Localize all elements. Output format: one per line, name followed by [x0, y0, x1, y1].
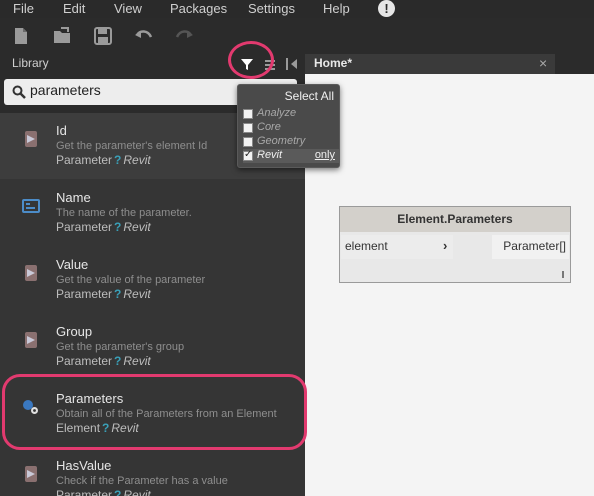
menu-bar: File Edit View Packages Settings Help !	[0, 0, 594, 18]
menu-help[interactable]: Help	[323, 1, 350, 16]
filter-option-geometry[interactable]: Geometry	[243, 135, 339, 149]
result-library: Revit	[123, 354, 151, 368]
menu-packages[interactable]: Packages	[170, 1, 227, 16]
toolbar	[0, 18, 594, 54]
node-title: Element.Parameters	[340, 207, 570, 232]
result-description: Check if the Parameter has a value	[56, 475, 228, 487]
filter-option-label: Analyze	[257, 107, 297, 119]
result-category: Parameter? Revit	[56, 153, 151, 167]
workspace-canvas[interactable]	[305, 74, 594, 496]
result-name: Id	[56, 123, 67, 138]
menu-view[interactable]: View	[114, 1, 142, 16]
result-name: Value	[56, 257, 89, 272]
result-category: Parameter? Revit	[56, 287, 151, 301]
result-library: Revit	[123, 153, 151, 167]
notification-alert-icon[interactable]: !	[378, 0, 395, 17]
search-icon	[12, 85, 26, 99]
parameter-node-icon	[25, 131, 37, 147]
result-item-value[interactable]: Value Get the value of the parameter Par…	[0, 247, 305, 313]
resize-grip-icon[interactable]	[562, 271, 564, 278]
filter-checkbox-checked[interactable]	[243, 149, 253, 161]
help-icon: ?	[114, 153, 122, 167]
help-icon: ?	[114, 220, 122, 234]
result-category-label: Parameter	[56, 354, 113, 368]
result-category: Parameter? Revit	[56, 354, 151, 368]
filter-option-label: Geometry	[257, 135, 306, 147]
result-name: HasValue	[56, 458, 112, 473]
select-all-button[interactable]: Select All	[285, 89, 334, 103]
workspace-tabstrip: Home* ×	[305, 54, 594, 74]
element-parameters-node[interactable]: Element.Parameters element › Parameter[]	[339, 206, 571, 283]
filter-option-label: Core	[257, 121, 281, 133]
parameter-node-icon	[25, 265, 37, 281]
close-tab-icon[interactable]: ×	[539, 55, 547, 71]
redo-icon[interactable]	[174, 27, 194, 45]
result-item-group[interactable]: Group Get the parameter's group Paramete…	[0, 314, 305, 380]
filter-option-analyze[interactable]: Analyze	[243, 107, 339, 121]
result-category: Parameter? Revit	[56, 220, 151, 234]
collapse-library-icon[interactable]	[285, 57, 299, 71]
save-icon[interactable]	[94, 27, 112, 45]
result-library: Revit	[123, 287, 151, 301]
input-port-label: element	[345, 239, 388, 253]
result-category: Parameter? Revit	[56, 488, 151, 496]
input-port-element[interactable]: element ›	[341, 235, 453, 259]
filter-option-core[interactable]: Core	[243, 121, 339, 135]
filter-only-link[interactable]: only	[315, 149, 335, 161]
result-library: Revit	[123, 488, 151, 496]
library-filter-dropdown: Select All Analyze Core Geometry Revit o…	[237, 84, 340, 168]
filter-option-label: Revit	[257, 149, 283, 161]
result-highlight-ring	[2, 374, 307, 450]
library-title: Library	[12, 56, 49, 70]
port-arrow-icon: ›	[443, 238, 448, 253]
result-name: Name	[56, 190, 91, 205]
help-icon: ?	[114, 488, 122, 496]
undo-icon[interactable]	[134, 27, 154, 45]
help-icon: ?	[114, 354, 122, 368]
result-category-label: Parameter	[56, 220, 113, 234]
menu-edit[interactable]: Edit	[63, 1, 85, 16]
tab-home[interactable]: Home* ×	[305, 54, 555, 74]
result-description: Get the value of the parameter	[56, 274, 206, 286]
output-port-parameters[interactable]: Parameter[]	[492, 235, 569, 259]
filter-checkbox[interactable]	[243, 123, 253, 133]
result-item-hasvalue[interactable]: HasValue Check if the Parameter has a va…	[0, 448, 305, 496]
filter-checkbox[interactable]	[243, 137, 253, 147]
result-library: Revit	[123, 220, 151, 234]
new-file-icon[interactable]	[14, 27, 28, 45]
result-category-label: Parameter	[56, 488, 113, 496]
result-name: Group	[56, 324, 93, 339]
open-folder-icon[interactable]	[53, 27, 73, 45]
name-property-icon	[22, 199, 40, 213]
result-description: The name of the parameter.	[56, 207, 192, 219]
filter-highlight-ring	[228, 41, 274, 79]
help-icon: ?	[114, 287, 122, 301]
result-category-label: Parameter	[56, 153, 113, 167]
filter-checkbox[interactable]	[243, 109, 253, 119]
result-description: Get the parameter's group	[56, 341, 185, 353]
output-port-label: Parameter[]	[503, 239, 566, 253]
tab-home-label: Home*	[314, 56, 353, 70]
search-input[interactable]	[30, 82, 230, 98]
filter-option-revit[interactable]: Revit only	[243, 149, 339, 163]
result-description: Get the parameter's element Id	[56, 140, 208, 152]
menu-file[interactable]: File	[13, 1, 34, 16]
parameter-node-icon	[25, 332, 37, 348]
result-category-label: Parameter	[56, 287, 113, 301]
parameter-node-icon	[25, 466, 37, 482]
menu-settings[interactable]: Settings	[248, 1, 295, 16]
result-item-name[interactable]: Name The name of the parameter. Paramete…	[0, 180, 305, 246]
